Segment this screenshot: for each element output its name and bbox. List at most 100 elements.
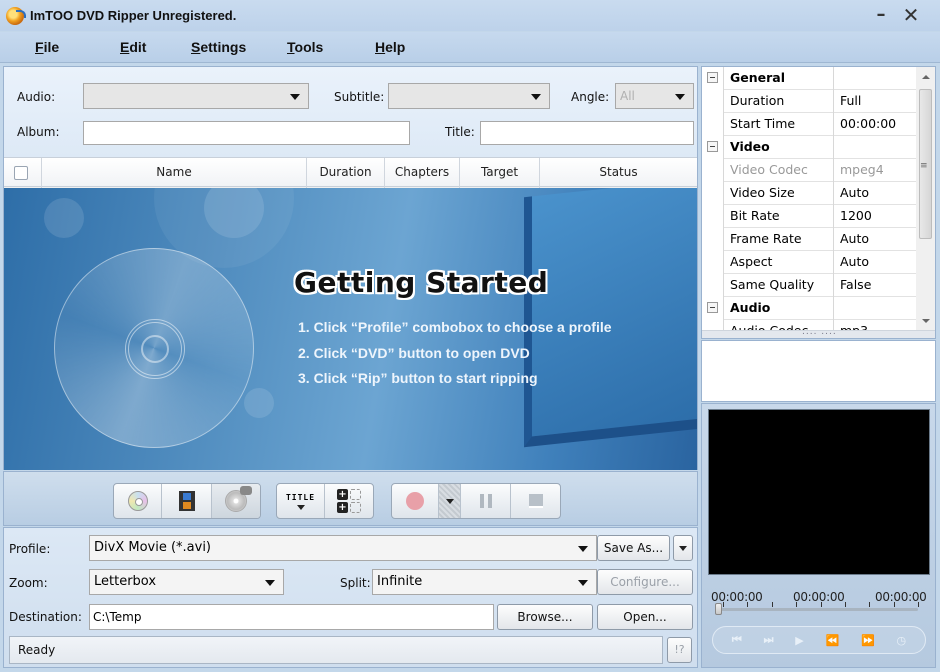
collapse-icon[interactable] xyxy=(707,302,718,313)
property-value[interactable]: 00:00:00 xyxy=(834,113,916,136)
menu-settings[interactable]: Settings xyxy=(191,39,246,55)
column-name[interactable]: Name xyxy=(42,158,307,188)
menu-accel: S xyxy=(191,39,201,55)
source-button-group xyxy=(113,483,261,519)
profile-combobox[interactable]: DivX Movie (*.avi) xyxy=(89,535,597,561)
menu-tools[interactable]: Tools xyxy=(287,39,323,55)
previous-frame-icon[interactable]: ⏮ xyxy=(732,633,742,647)
rip-options-dropdown[interactable] xyxy=(439,484,461,518)
chevron-down-icon xyxy=(679,546,687,551)
column-target[interactable]: Target xyxy=(460,158,540,188)
property-description-box xyxy=(701,340,936,402)
property-row[interactable]: Duration Full xyxy=(702,90,916,113)
album-input[interactable] xyxy=(83,121,410,145)
seek-bar[interactable] xyxy=(718,608,918,611)
stop-button[interactable] xyxy=(511,484,560,518)
property-row[interactable]: Bit Rate 1200 xyxy=(702,205,916,228)
menu-accel: T xyxy=(287,39,295,55)
save-as-button[interactable]: Save As... xyxy=(597,535,670,561)
main-toolbar: TITLE + + xyxy=(3,471,698,526)
open-video-button[interactable] xyxy=(162,484,212,518)
plus-icon: + xyxy=(337,489,348,500)
zoom-label: Zoom: xyxy=(9,576,48,590)
property-value[interactable]: Full xyxy=(834,90,916,113)
split-combobox[interactable]: Infinite xyxy=(372,569,597,595)
load-ifo-button[interactable] xyxy=(212,484,260,518)
menu-file[interactable]: File xyxy=(35,39,59,55)
seek-handle[interactable] xyxy=(715,603,722,615)
zoom-combobox[interactable]: Letterbox xyxy=(89,569,284,595)
getting-started-banner: Getting Started 1. Click “Profile” combo… xyxy=(4,188,697,470)
select-all-checkbox[interactable] xyxy=(14,166,28,180)
column-status[interactable]: Status xyxy=(540,158,697,188)
menu-edit[interactable]: Edit xyxy=(120,39,146,55)
property-row[interactable]: Same Quality False xyxy=(702,274,916,297)
property-row[interactable]: Video Codec mpeg4 xyxy=(702,159,916,182)
row-gutter xyxy=(702,159,723,182)
decorative-monitor xyxy=(524,188,697,448)
expand-row: + xyxy=(337,489,361,500)
record-icon xyxy=(406,492,424,510)
scroll-down-icon[interactable] xyxy=(922,319,930,323)
next-frame-icon[interactable]: ⏭ xyxy=(764,633,774,647)
property-key: Video Size xyxy=(723,182,834,205)
property-value[interactable]: False xyxy=(834,274,916,297)
property-category[interactable]: Audio xyxy=(702,297,916,320)
expand-collapse-button[interactable]: + + xyxy=(325,484,373,518)
title-input[interactable] xyxy=(480,121,694,145)
scroll-up-icon[interactable] xyxy=(922,75,930,79)
chevron-down-icon xyxy=(265,580,275,586)
title-mode-button[interactable]: TITLE xyxy=(277,484,325,518)
angle-value: All xyxy=(620,89,635,103)
profile-menu-button[interactable] xyxy=(673,535,693,561)
open-folder-button[interactable]: Open... xyxy=(597,604,693,630)
destination-input[interactable] xyxy=(89,604,494,630)
property-category[interactable]: General xyxy=(702,67,916,90)
menu-help[interactable]: Help xyxy=(375,39,405,55)
rewind-icon[interactable]: ⏪ xyxy=(826,634,840,647)
collapse-icon[interactable] xyxy=(707,72,718,83)
transport-controls: ⏮ ⏭ ▶ ⏪ ⏩ ◷ xyxy=(712,626,926,654)
configure-button[interactable]: Configure... xyxy=(597,569,693,595)
close-button[interactable]: ✕ xyxy=(898,4,924,26)
property-category[interactable]: Video xyxy=(702,136,916,159)
stop-icon xyxy=(528,494,543,508)
pause-button[interactable] xyxy=(461,484,511,518)
property-value[interactable]: Auto xyxy=(834,182,916,205)
snapshot-clock-icon[interactable]: ◷ xyxy=(896,634,906,647)
properties-splitter[interactable]: .... .... xyxy=(702,327,935,338)
menu-label: ettings xyxy=(200,39,247,55)
audio-combobox[interactable] xyxy=(83,83,309,109)
property-row[interactable]: Start Time 00:00:00 xyxy=(702,113,916,136)
column-duration[interactable]: Duration xyxy=(307,158,385,188)
property-value[interactable]: 1200 xyxy=(834,205,916,228)
property-value[interactable]: Auto xyxy=(834,251,916,274)
minimize-button[interactable]: – xyxy=(868,4,894,26)
collapse-icon[interactable] xyxy=(707,141,718,152)
angle-combobox[interactable]: All xyxy=(615,83,694,109)
subtitle-combobox[interactable] xyxy=(388,83,550,109)
open-dvd-button[interactable] xyxy=(114,484,162,518)
play-icon[interactable]: ▶ xyxy=(795,634,803,647)
property-value[interactable]: Auto xyxy=(834,228,916,251)
row-gutter xyxy=(702,297,723,320)
banner-step-1: 1. Click “Profile” combobox to choose a … xyxy=(298,319,612,335)
destination-label: Destination: xyxy=(9,610,82,624)
dvd-disc-illustration xyxy=(54,248,254,448)
seek-tick xyxy=(820,602,822,607)
seek-tick xyxy=(918,602,920,607)
dvd-icon xyxy=(127,491,148,511)
title-bar: ImTOO DVD Ripper Unregistered. – ✕ xyxy=(0,0,940,31)
help-button[interactable]: !? xyxy=(667,637,692,663)
column-chapters[interactable]: Chapters xyxy=(385,158,460,188)
property-row[interactable]: Video Size Auto xyxy=(702,182,916,205)
property-row[interactable]: Aspect Auto xyxy=(702,251,916,274)
property-value xyxy=(834,136,916,159)
rip-button[interactable] xyxy=(392,484,439,518)
properties-scrollbar[interactable]: ≡ xyxy=(916,67,935,330)
fast-forward-icon[interactable]: ⏩ xyxy=(861,634,875,647)
chevron-down-icon xyxy=(296,504,305,510)
property-row[interactable]: Frame Rate Auto xyxy=(702,228,916,251)
seek-tick xyxy=(869,602,871,607)
browse-button[interactable]: Browse... xyxy=(497,604,593,630)
